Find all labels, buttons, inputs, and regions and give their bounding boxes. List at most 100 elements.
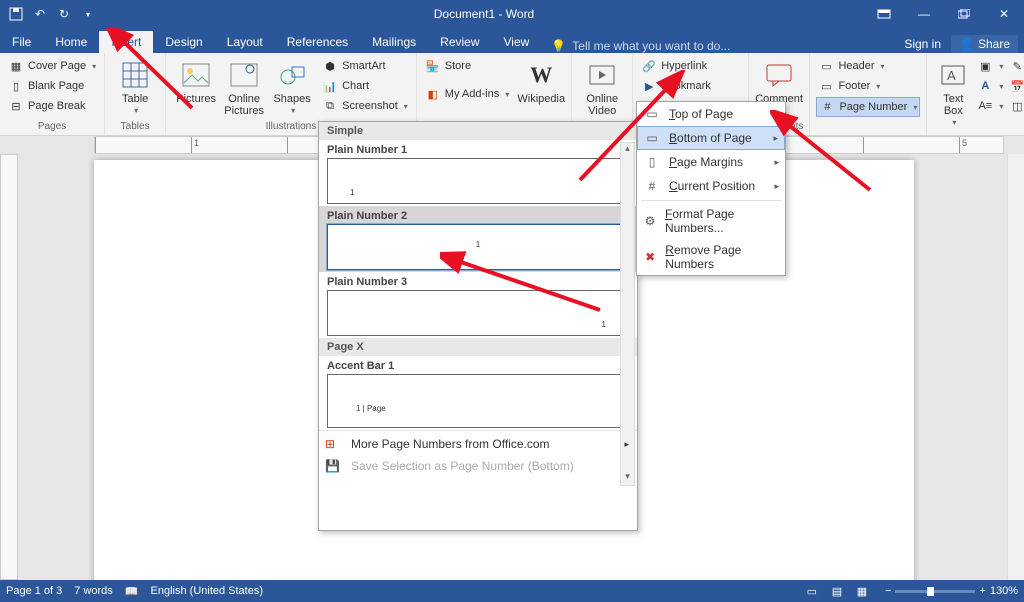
online-pictures-button[interactable]: Online Pictures (220, 55, 268, 117)
read-mode-icon[interactable]: ▭ (801, 585, 823, 598)
dropcap-icon: A≡ (977, 98, 993, 114)
blank-page-button[interactable]: ▯Blank Page (6, 77, 98, 95)
pictures-button[interactable]: Pictures (172, 55, 220, 105)
tab-mailings[interactable]: Mailings (360, 31, 428, 53)
break-icon: ⊟ (8, 98, 24, 114)
spellcheck-icon[interactable]: 📖 (125, 585, 139, 598)
menu-bottom-of-page[interactable]: ▭Bottom of Page▸ (637, 126, 785, 150)
word-count[interactable]: 7 words (74, 585, 113, 597)
language-status[interactable]: English (United States) (151, 585, 264, 597)
chart-icon: 📊 (322, 78, 338, 94)
date-icon: 📅 (1009, 78, 1024, 94)
menu-remove-page-numbers[interactable]: ✖Remove Page Numbers (637, 239, 785, 275)
page-number-button[interactable]: #Page Number (816, 97, 920, 117)
share-icon: 👤 (959, 37, 974, 51)
cover-page-button[interactable]: ▦Cover Page (6, 57, 98, 75)
save-gallery-icon: 💾 (325, 459, 343, 473)
redo-icon[interactable]: ↻ (54, 4, 74, 24)
office-icon: ⊞ (325, 437, 343, 451)
text-box-button[interactable]: AText Box (933, 55, 973, 128)
save-icon[interactable] (6, 4, 26, 24)
maximize-icon[interactable] (944, 0, 984, 28)
table-button[interactable]: Table (111, 55, 159, 116)
close-icon[interactable]: ✕ (984, 0, 1024, 28)
header-icon: ▭ (818, 58, 834, 74)
wordart-icon: A (977, 78, 993, 94)
comment-icon (763, 59, 795, 91)
qat-customize-icon[interactable]: ▾ (78, 4, 98, 24)
minimize-icon[interactable]: — (904, 0, 944, 28)
tell-me-search[interactable]: 💡 Tell me what you want to do... (541, 39, 904, 53)
addins-icon: ◧ (425, 86, 441, 102)
gallery-item-accent-1[interactable]: Accent Bar 1 1 | Page (319, 356, 637, 430)
group-label (816, 121, 920, 135)
bookmark-button[interactable]: ▶Bookmark (639, 77, 742, 95)
group-label: Pages (6, 121, 98, 135)
vertical-ruler[interactable] (0, 154, 18, 580)
zoom-slider[interactable] (895, 590, 975, 593)
share-button[interactable]: 👤 Share (951, 35, 1018, 53)
page-number-gallery: Simple Plain Number 1 1 Plain Number 2 1… (318, 121, 638, 531)
menu-current-position[interactable]: #Current Position▸ (637, 174, 785, 198)
tab-layout[interactable]: Layout (215, 31, 275, 53)
undo-icon[interactable]: ↶ (30, 4, 50, 24)
group-text: AText Box ▣ A A≡ ✎ 📅 ◫ (926, 53, 1024, 135)
page-status[interactable]: Page 1 of 3 (6, 585, 62, 597)
sign-in-link[interactable]: Sign in (904, 37, 941, 51)
group-label: Tables (111, 121, 159, 135)
tab-review[interactable]: Review (428, 31, 491, 53)
chart-button[interactable]: 📊Chart (320, 77, 410, 95)
gallery-item-plain-3[interactable]: Plain Number 3 1 (319, 272, 637, 338)
document-title: Document1 - Word (104, 7, 864, 21)
menu-top-of-page[interactable]: ▭Top of Page▸ (637, 102, 785, 126)
smartart-button[interactable]: ⬢SmartArt (320, 57, 410, 75)
page-break-button[interactable]: ⊟Page Break (6, 97, 98, 115)
menu-page-margins[interactable]: ▯Page Margins▸ (637, 150, 785, 174)
shapes-button[interactable]: Shapes (268, 55, 316, 116)
group-tables: Table Tables (105, 53, 166, 135)
vertical-scrollbar[interactable] (1007, 154, 1024, 580)
zoom-control: − + 130% (885, 585, 1018, 597)
current-pos-icon: # (643, 178, 661, 194)
tab-file[interactable]: File (0, 31, 43, 53)
web-layout-icon[interactable]: ▦ (851, 585, 873, 598)
window-buttons: — ✕ (864, 0, 1024, 28)
hyperlink-button[interactable]: 🔗Hyperlink (639, 57, 742, 75)
signature-button[interactable]: ✎ (1007, 57, 1024, 75)
remove-icon: ✖ (643, 249, 657, 265)
screenshot-button[interactable]: ⧉Screenshot (320, 97, 410, 115)
video-icon (586, 59, 618, 91)
drop-cap-button[interactable]: A≡ (975, 97, 1005, 115)
tab-view[interactable]: View (492, 31, 542, 53)
wikipedia-button[interactable]: WWikipedia (517, 55, 565, 105)
gallery-item-plain-2[interactable]: Plain Number 2 1 (319, 206, 637, 272)
my-addins-button[interactable]: ◧My Add-ins (423, 85, 511, 103)
zoom-out-icon[interactable]: − (885, 585, 891, 597)
date-time-button[interactable]: 📅 (1007, 77, 1024, 95)
save-selection: 💾Save Selection as Page Number (Bottom) (319, 455, 637, 477)
gallery-item-plain-1[interactable]: Plain Number 1 1 (319, 140, 637, 206)
quick-access-toolbar: ↶ ↻ ▾ (0, 4, 104, 24)
zoom-level[interactable]: 130% (990, 585, 1018, 597)
tab-insert[interactable]: Insert (99, 31, 153, 53)
group-header-footer: ▭Header ▭Footer #Page Number (810, 53, 926, 135)
quick-parts-button[interactable]: ▣ (975, 57, 1005, 75)
ribbon-options-icon[interactable] (864, 0, 904, 28)
store-button[interactable]: 🏪Store (423, 57, 511, 75)
online-video-button[interactable]: Online Video (578, 55, 626, 117)
tab-references[interactable]: References (275, 31, 360, 53)
shapes-icon (276, 59, 308, 91)
comment-button[interactable]: Comment (755, 55, 803, 105)
menu-format-page-numbers[interactable]: ⚙Format Page Numbers... (637, 203, 785, 239)
more-page-numbers[interactable]: ⊞More Page Numbers from Office.com▸ (319, 433, 637, 455)
print-layout-icon[interactable]: ▤ (826, 585, 848, 598)
footer-button[interactable]: ▭Footer (816, 77, 920, 95)
object-button[interactable]: ◫ (1007, 97, 1024, 115)
tab-home[interactable]: Home (43, 31, 99, 53)
title-bar: ↶ ↻ ▾ Document1 - Word — ✕ (0, 0, 1024, 28)
header-button[interactable]: ▭Header (816, 57, 920, 75)
zoom-in-icon[interactable]: + (979, 585, 985, 597)
tab-design[interactable]: Design (153, 31, 214, 53)
wordart-button[interactable]: A (975, 77, 1005, 95)
store-icon: 🏪 (425, 58, 441, 74)
